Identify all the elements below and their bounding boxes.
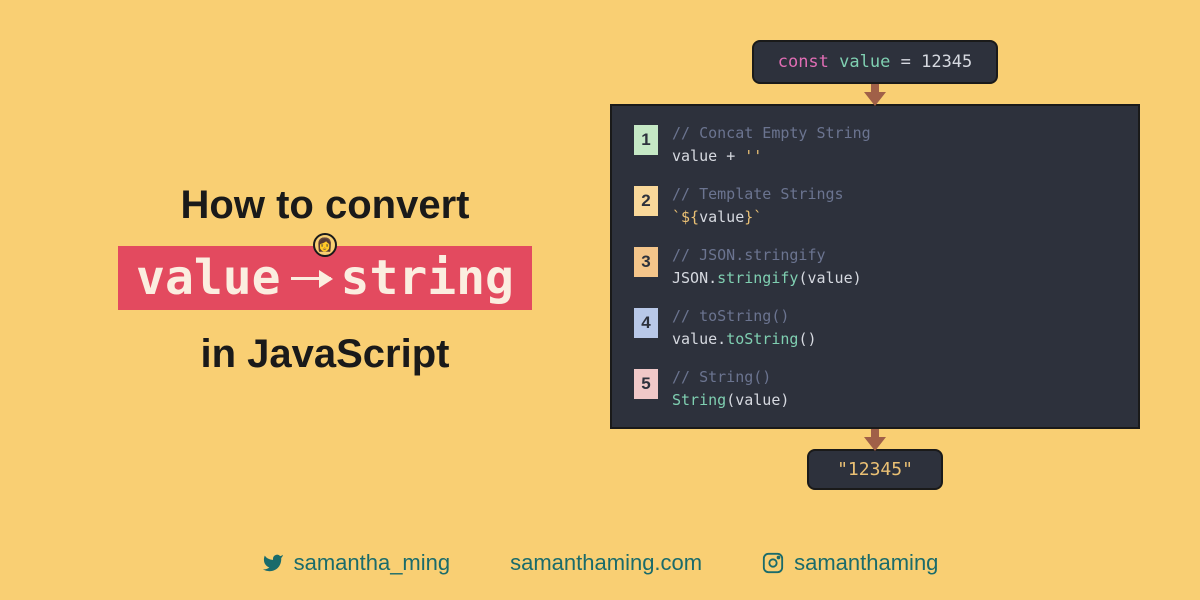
method-expression: `${value}` [672,206,844,229]
method-comment: // toString() [672,305,817,328]
twitter-handle: samantha_ming [294,550,451,576]
method-code: // Template Strings`${value}` [672,183,844,228]
avatar-icon: 👩 [313,233,337,257]
method-code: // String()String(value) [672,366,789,411]
conversion-badge: 👩 value string [118,246,532,310]
method-comment: // Concat Empty String [672,122,871,145]
keyword-const: const [778,52,829,72]
method-row: 5 // String()String(value) [634,366,1116,411]
footer: samantha_ming samanthaming.com samantham… [0,550,1200,576]
method-number-badge: 2 [634,186,658,216]
method-row: 1 // Concat Empty Stringvalue + '' [634,122,1116,167]
code-diagram: const value = 12345 1 // Concat Empty Str… [610,40,1140,520]
method-number-badge: 4 [634,308,658,338]
method-number-badge: 1 [634,125,658,155]
method-comment: // String() [672,366,789,389]
method-row: 3 // JSON.stringifyJSON.stringify(value) [634,244,1116,289]
badge-to: string [341,250,514,306]
variable-name: value [839,52,890,72]
badge-from: value [136,250,281,306]
method-expression: String(value) [672,389,789,412]
methods-block: 1 // Concat Empty Stringvalue + '' 2 // Tem… [610,104,1140,429]
method-comment: // Template Strings [672,183,844,206]
method-number-badge: 3 [634,247,658,277]
output-pill: "12345" [807,449,943,490]
instagram-icon [762,552,784,574]
website-url: samanthaming.com [510,550,702,576]
title-line-1: How to convert [181,183,470,228]
method-number-badge: 5 [634,369,658,399]
equals-sign: = [901,52,911,72]
output-value: "12345" [837,459,913,480]
method-expression: value + '' [672,145,871,168]
arrow-right-icon [291,277,331,280]
title-section: How to convert 👩 value string in JavaScr… [60,40,610,520]
method-code: // JSON.stringifyJSON.stringify(value) [672,244,862,289]
method-code: // Concat Empty Stringvalue + '' [672,122,871,167]
arrow-down-icon [864,437,886,451]
instagram-handle: samanthaming [794,550,938,576]
arrow-down-icon [864,92,886,106]
twitter-link[interactable]: samantha_ming [262,550,451,576]
instagram-link[interactable]: samanthaming [762,550,938,576]
method-expression: value.toString() [672,328,817,351]
website-link[interactable]: samanthaming.com [510,550,702,576]
method-comment: // JSON.stringify [672,244,862,267]
method-row: 2 // Template Strings`${value}` [634,183,1116,228]
number-literal: 12345 [921,52,972,72]
method-code: // toString()value.toString() [672,305,817,350]
title-line-2: in JavaScript [200,332,449,377]
twitter-icon [262,552,284,574]
declaration-pill: const value = 12345 [752,40,999,84]
method-expression: JSON.stringify(value) [672,267,862,290]
method-row: 4 // toString()value.toString() [634,305,1116,350]
